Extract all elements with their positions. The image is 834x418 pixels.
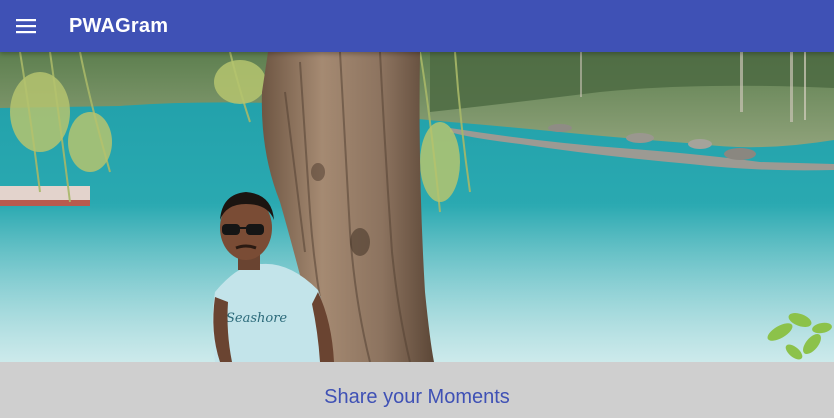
- share-section: Share your Moments: [0, 362, 834, 418]
- app-root: PWAGram Seashore Share your Moments: [0, 0, 834, 418]
- app-header: PWAGram: [0, 0, 834, 52]
- hamburger-menu-icon: [16, 19, 36, 34]
- hero-image: Seashore: [0, 52, 834, 362]
- menu-button[interactable]: [6, 6, 46, 46]
- hero-photo: Seashore: [0, 52, 834, 362]
- app-title[interactable]: PWAGram: [69, 13, 168, 39]
- share-moments-heading: Share your Moments: [324, 386, 510, 408]
- shirt-text: Seashore: [226, 311, 287, 326]
